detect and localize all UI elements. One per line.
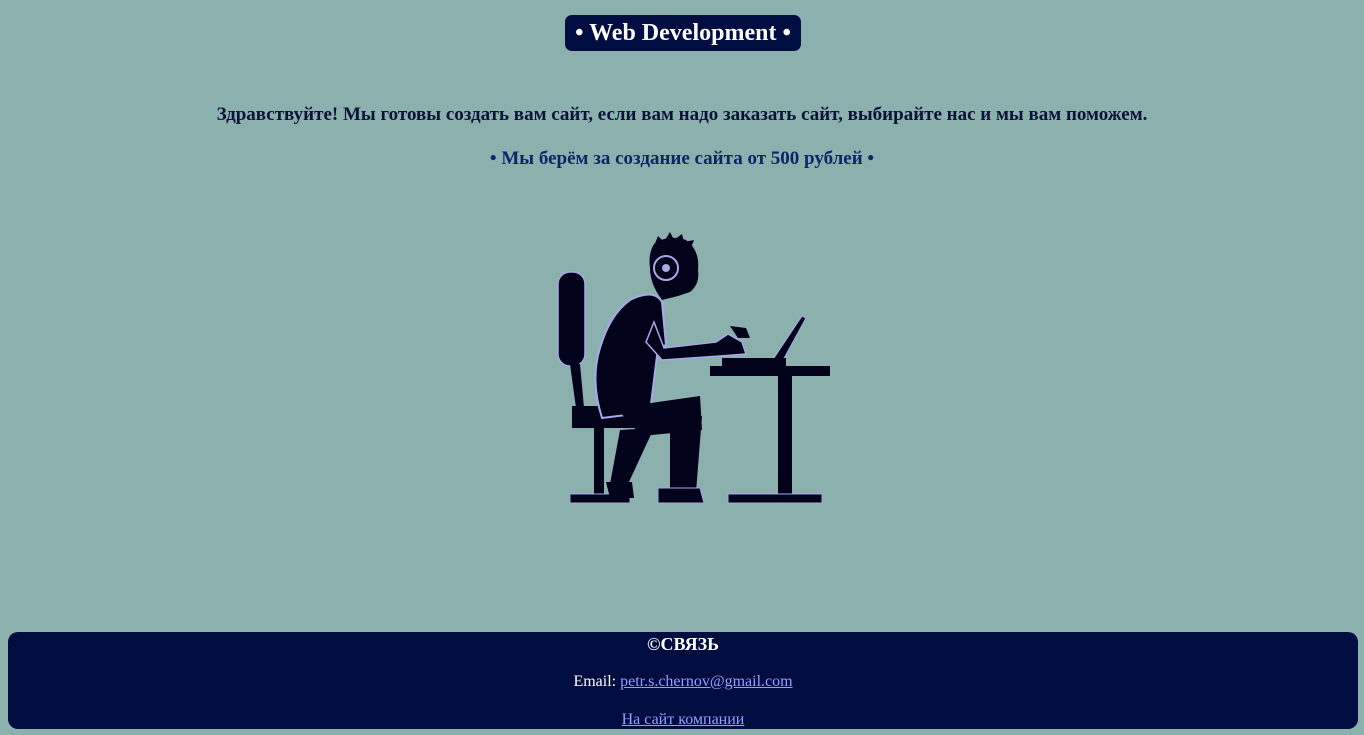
greeting-text: Здравствуйте! Мы готовы создать вам сайт…	[216, 104, 1148, 125]
company-site-link[interactable]: На сайт компании	[622, 711, 745, 728]
email-label: Email:	[573, 673, 621, 690]
page-title: • Web Development •	[565, 15, 801, 51]
person-at-laptop-icon	[557, 232, 830, 504]
email-link[interactable]: petr.s.chernov@gmail.com	[620, 673, 792, 690]
footer-company-row: На сайт компании	[8, 711, 1358, 729]
footer-title: ©СВЯЗЬ	[647, 634, 719, 654]
footer-email-row: Email: petr.s.chernov@gmail.com	[8, 673, 1358, 691]
footer: ©СВЯЗЬ Email: petr.s.chernov@gmail.com Н…	[8, 632, 1358, 729]
page: • Web Development • Здравствуйте! Мы гот…	[0, 0, 1364, 735]
price-text: • Мы берём за создание сайта от 500 рубл…	[489, 148, 875, 169]
